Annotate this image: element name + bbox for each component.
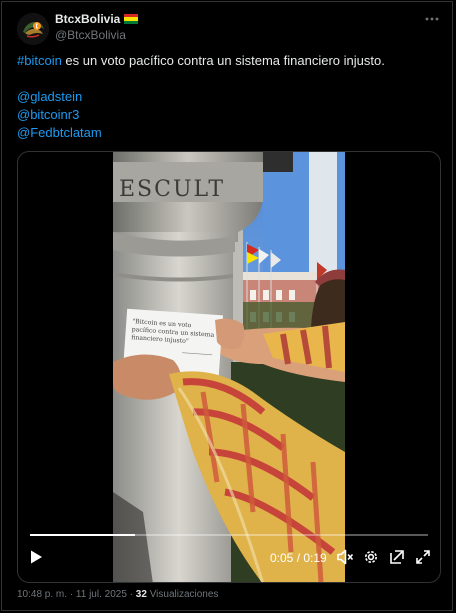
meta-separator: · (126, 589, 136, 600)
progress-fill (30, 534, 135, 536)
progress-bar[interactable] (30, 534, 428, 536)
display-name-row[interactable]: BtcxBolivia (55, 12, 139, 26)
play-icon[interactable] (28, 549, 44, 570)
views-count: 32 (135, 589, 147, 600)
more-options-icon[interactable] (422, 12, 442, 28)
pillar-inscription: ESCULT (119, 177, 225, 202)
avatar[interactable] (17, 13, 49, 45)
tweet-main-line: #bitcoin es un voto pacífico contra un s… (17, 52, 442, 70)
mention-link[interactable]: @Fedbtclatam (17, 124, 442, 142)
time-display: 0:05 / 0:19 (270, 551, 327, 565)
mention-link[interactable]: @gladstein (17, 88, 442, 106)
fullscreen-icon[interactable] (414, 548, 432, 571)
user-handle[interactable]: @BtcxBolivia (55, 28, 126, 42)
tweet-metadata: 10:48 p. m. · 11 jul. 2025 · 32 Visualiz… (17, 589, 218, 600)
views-label: Visualizaciones (149, 589, 219, 600)
settings-gear-icon[interactable] (362, 548, 380, 571)
tweet-time[interactable]: 10:48 p. m. (17, 589, 67, 600)
tweet-date[interactable]: 11 jul. 2025 (76, 589, 127, 600)
video-controls: 0:05 / 0:19 (18, 534, 440, 582)
line-break (17, 70, 442, 88)
bolivia-flag-icon (124, 14, 139, 24)
avatar-logo-icon (17, 13, 49, 45)
video-player[interactable]: ESCULT "Bitcoin es un voto pacífico cont… (17, 151, 441, 583)
tweet-header: BtcxBolivia @BtcxBolivia (17, 12, 442, 46)
tweet-body: es un voto pacífico contra un sistema fi… (61, 53, 385, 68)
hashtag-link[interactable]: #bitcoin (17, 53, 62, 68)
meta-separator: · (67, 589, 76, 600)
mention-link[interactable]: @bitcoinr3 (17, 106, 442, 124)
volume-muted-icon[interactable] (336, 548, 354, 571)
display-name[interactable]: BtcxBolivia (55, 12, 120, 26)
video-frame[interactable]: ESCULT "Bitcoin es un voto pacífico cont… (113, 152, 345, 582)
video-still-image: ESCULT "Bitcoin es un voto pacífico cont… (113, 152, 345, 582)
tweet-text: #bitcoin es un voto pacífico contra un s… (17, 52, 442, 142)
pop-out-icon[interactable] (388, 548, 406, 571)
